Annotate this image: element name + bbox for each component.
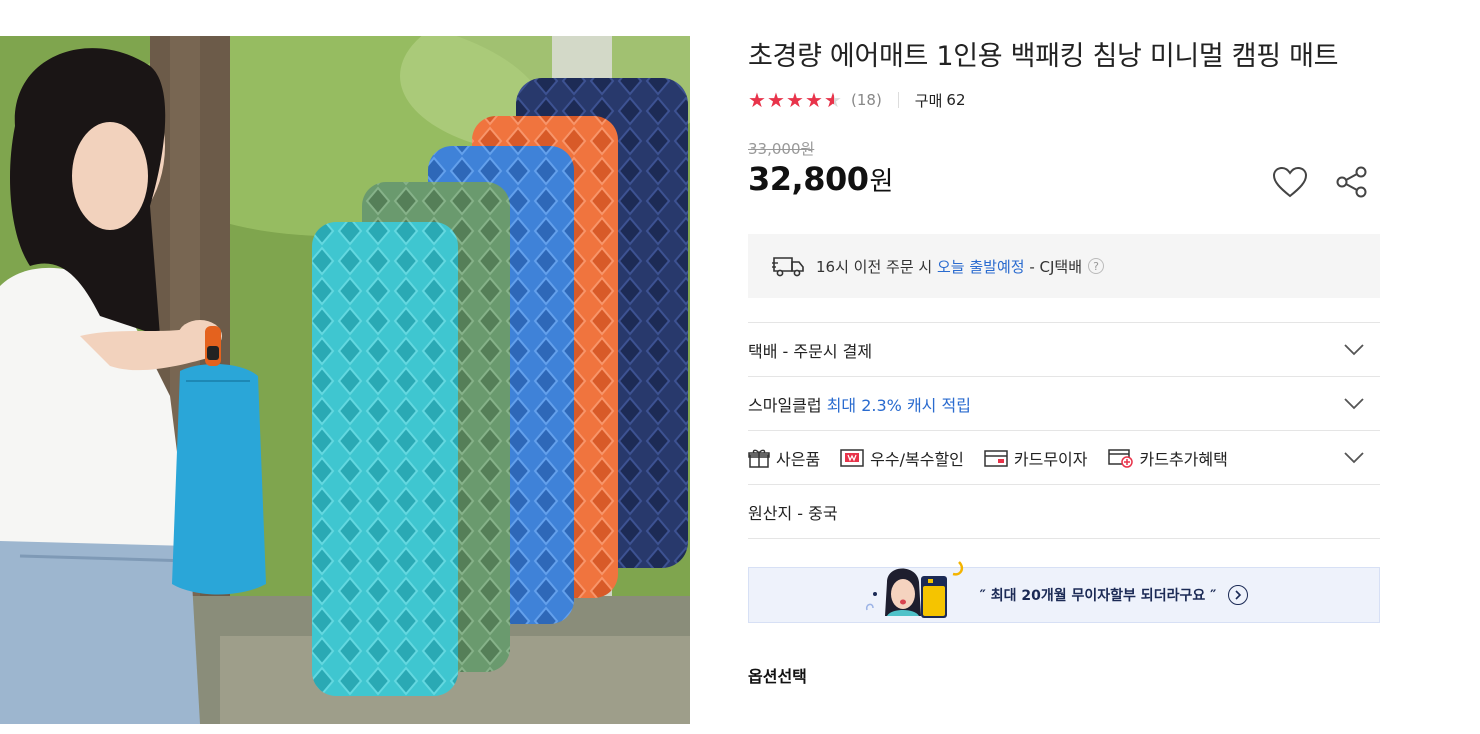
benefits-row[interactable]: 사은품 우수/복수할인 카드무이자 카드추가혜택 xyxy=(748,431,1380,485)
smileclub-cashback: 최대 2.3% 캐시 적립 xyxy=(826,395,971,415)
banner-text: ″ 최대 20개월 무이자할부 되더라구요 ″ xyxy=(979,588,1217,604)
benefit-gift: 사은품 xyxy=(748,446,820,470)
star-icon: ★ xyxy=(805,88,823,112)
product-actions xyxy=(1270,162,1372,202)
smileclub-text: 스마일클럽 최대 2.3% 캐시 적립 xyxy=(748,392,971,416)
product-info: 초경량 에어매트 1인용 백패킹 침낭 미니멀 캠핑 매트 ★ ★ ★ ★ ★ … xyxy=(748,36,1380,687)
purchase-count: 62 xyxy=(946,91,966,109)
shipping-text: 택배 - 주문시 결제 xyxy=(748,341,873,361)
star-icon: ★ xyxy=(748,88,766,112)
star-rating[interactable]: ★ ★ ★ ★ ★ xyxy=(748,90,843,110)
rating-row: ★ ★ ★ ★ ★ (18) 구매 62 xyxy=(748,88,1380,112)
delivery-eta: 오늘 출발예정 xyxy=(936,257,1025,276)
smileclub-row[interactable]: 스마일클럽 최대 2.3% 캐시 적립 xyxy=(748,377,1380,431)
installment-banner[interactable]: ″ 최대 20개월 무이자할부 되더라구요 ″ xyxy=(748,561,1380,623)
benefit-label: 우수/복수할인 xyxy=(870,449,964,469)
wishlist-button[interactable] xyxy=(1270,162,1310,202)
options-heading: 옵션선택 xyxy=(748,667,807,686)
delivery-info: 16시 이전 주문 시 오늘 출발예정 - CJ택배 ? xyxy=(748,234,1380,298)
coupon-icon xyxy=(840,448,864,468)
price-row: 32,800 원 xyxy=(748,158,1380,198)
share-icon xyxy=(1336,166,1367,198)
purchase-label: 구매 xyxy=(914,91,943,110)
heart-icon xyxy=(1272,166,1308,198)
original-price: 33,000원 xyxy=(748,140,815,158)
star-icon: ★ xyxy=(786,88,804,112)
chevron-down-icon[interactable] xyxy=(1342,446,1366,470)
delivery-prefix: 16시 이전 주문 시 xyxy=(816,257,933,276)
origin-text: 원산지 - 중국 xyxy=(748,503,838,523)
sale-price: 32,800 원 xyxy=(748,160,893,198)
benefit-label: 카드추가혜택 xyxy=(1139,449,1228,469)
review-count[interactable]: (18) xyxy=(851,91,882,109)
delivery-carrier: - CJ택배 xyxy=(1029,257,1083,276)
share-button[interactable] xyxy=(1332,162,1372,202)
purchase-options-list: 택배 - 주문시 결제 스마일클럽 최대 2.3% 캐시 적립 사은품 우수/복… xyxy=(748,322,1380,539)
benefit-card-extra: 카드추가혜택 xyxy=(1107,446,1228,470)
card-plus-icon xyxy=(1107,448,1134,468)
gift-icon xyxy=(748,448,770,468)
product-title: 초경량 에어매트 1인용 백패킹 침낭 미니멀 캠핑 매트 xyxy=(748,41,1339,72)
benefit-installment: 카드무이자 xyxy=(984,446,1088,470)
benefit-label: 사은품 xyxy=(776,449,821,469)
origin-row: 원산지 - 중국 xyxy=(748,485,1380,539)
divider xyxy=(897,92,899,108)
benefits-list: 사은품 우수/복수할인 카드무이자 카드추가혜택 xyxy=(748,446,1248,470)
chevron-down-icon[interactable] xyxy=(1342,392,1366,416)
benefit-discount: 우수/복수할인 xyxy=(840,446,964,470)
product-image xyxy=(0,36,690,724)
price-unit: 원 xyxy=(869,167,894,197)
banner-illustration xyxy=(861,560,971,630)
smileclub-label: 스마일클럽 xyxy=(748,395,822,415)
card-icon xyxy=(984,448,1008,468)
benefit-label: 카드무이자 xyxy=(1013,449,1088,469)
chevron-down-icon[interactable] xyxy=(1342,338,1366,362)
shipping-row[interactable]: 택배 - 주문시 결제 xyxy=(748,323,1380,377)
truck-icon xyxy=(772,255,806,277)
star-half-icon: ★ xyxy=(824,90,843,110)
chevron-right-circle-icon[interactable] xyxy=(1228,585,1249,605)
star-icon: ★ xyxy=(767,88,785,112)
question-icon[interactable]: ? xyxy=(1088,258,1105,274)
price-value: 32,800 xyxy=(748,160,869,198)
